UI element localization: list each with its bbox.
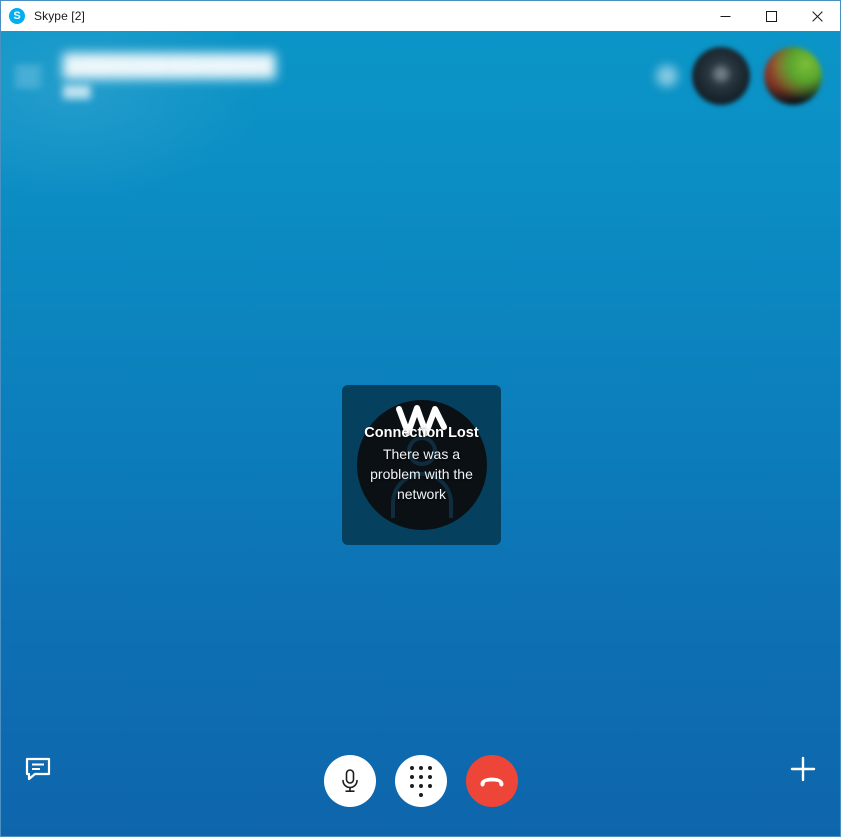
dialpad-dot [409, 765, 414, 770]
dialpad-dot [418, 765, 423, 770]
close-icon [811, 10, 823, 22]
dialpad-dot [427, 774, 432, 779]
skype-window: Skype [2] [0, 0, 841, 837]
minimize-button[interactable] [702, 1, 748, 31]
window-title: Skype [2] [34, 9, 85, 23]
avatar[interactable] [764, 47, 822, 105]
call-controls-bar [1, 726, 840, 836]
add-people-button[interactable] [780, 746, 826, 792]
plus-icon [790, 756, 816, 782]
call-screen: ████████████ ███ Connection Lost There w… [1, 31, 840, 836]
dialpad-dot [418, 783, 423, 788]
chat-button[interactable] [15, 746, 61, 792]
hang-up-phone-icon [480, 777, 503, 787]
connection-lost-title: Connection Lost [364, 424, 479, 441]
skype-logo-icon [9, 8, 25, 24]
dialpad-dot [427, 783, 432, 788]
info-icon[interactable] [656, 65, 678, 87]
maximize-button[interactable] [748, 1, 794, 31]
dialpad-dot [418, 792, 423, 797]
minimize-icon [720, 15, 730, 17]
connection-lost-card: Connection Lost There was a problem with… [342, 385, 501, 545]
avatar[interactable] [692, 47, 750, 105]
primary-call-controls [323, 755, 518, 807]
hamburger-line [15, 82, 41, 86]
connection-lost-message: There was a problem with the network [370, 446, 473, 503]
window-controls [702, 1, 840, 31]
contact-name: ████████████ [63, 53, 276, 80]
close-button[interactable] [794, 1, 840, 31]
hamburger-line [15, 66, 41, 70]
dialpad-button[interactable] [394, 755, 447, 807]
mic-button[interactable] [323, 755, 376, 807]
chat-bubble-icon [25, 757, 51, 781]
maximize-icon [765, 10, 777, 22]
call-header-actions [656, 47, 822, 105]
dialpad-dot [409, 783, 414, 788]
end-call-button[interactable] [465, 755, 518, 807]
dialpad-dot [418, 774, 423, 779]
microphone-icon [341, 769, 358, 793]
connection-lost-text: Connection Lost There was a problem with… [342, 385, 501, 545]
dialpad-dot [427, 765, 432, 770]
call-header: ████████████ ███ [1, 31, 840, 121]
hamburger-menu-icon[interactable] [15, 59, 49, 93]
dialpad-dot [409, 774, 414, 779]
hamburger-line [15, 74, 41, 78]
dialpad-icon [409, 765, 432, 797]
contact-status: ███ [63, 85, 91, 99]
call-header-titles: ████████████ ███ [63, 53, 656, 99]
window-titlebar[interactable]: Skype [2] [1, 1, 840, 31]
titlebar-left: Skype [2] [1, 8, 85, 24]
